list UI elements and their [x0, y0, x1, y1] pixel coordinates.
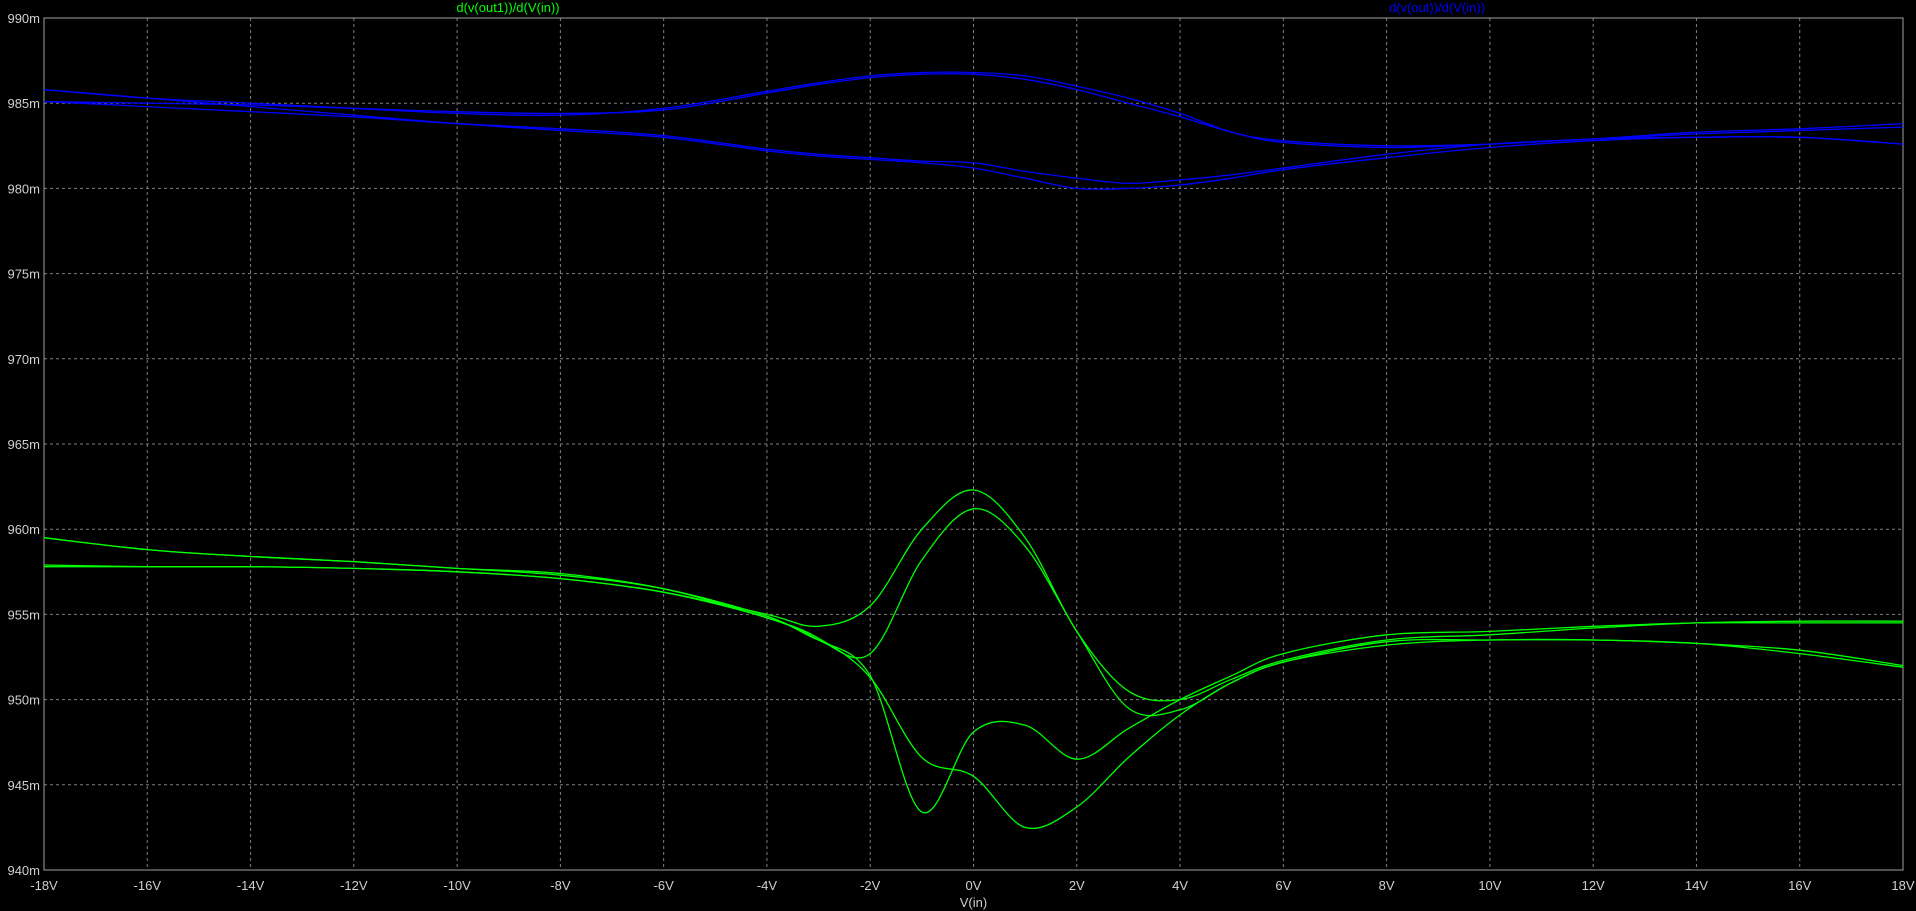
x-tick-label: 0V [966, 878, 982, 893]
x-tick-label: -10V [443, 878, 471, 893]
x-tick-label: 10V [1478, 878, 1501, 893]
y-tick-label: 970m [7, 352, 40, 367]
y-tick-label: 950m [7, 693, 40, 708]
x-tick-label: -12V [340, 878, 368, 893]
y-tick-label: 965m [7, 437, 40, 452]
y-tick-label: 990m [7, 11, 40, 26]
y-tick-label: 945m [7, 778, 40, 793]
x-tick-label: 6V [1275, 878, 1291, 893]
x-tick-label: -8V [550, 878, 571, 893]
x-tick-label: 18V [1891, 878, 1914, 893]
plot-canvas[interactable]: -18V -16V -14V -12V -10V -8V -6V -4V -2V 0V 2V 4V 6V… [0, 0, 1916, 911]
x-tick-label: -2V [860, 878, 881, 893]
y-tick-label: 940m [7, 863, 40, 878]
legend-label-out[interactable]: d(v(out))/d(V(in)) [1389, 0, 1485, 15]
x-tick-label: 4V [1172, 878, 1188, 893]
x-tick-label: 16V [1788, 878, 1811, 893]
x-axis-label: V(in) [960, 895, 987, 910]
x-tick-label: -4V [757, 878, 778, 893]
x-tick-label: -6V [654, 878, 675, 893]
y-tick-label: 980m [7, 181, 40, 196]
y-tick-label: 975m [7, 267, 40, 282]
x-tick-label: -18V [30, 878, 58, 893]
x-tick-label: 14V [1685, 878, 1708, 893]
y-tick-label: 985m [7, 96, 40, 111]
legend-label-out1[interactable]: d(v(out1))/d(V(in)) [456, 0, 559, 15]
x-tick-label: 2V [1069, 878, 1085, 893]
y-tick-label: 960m [7, 522, 40, 537]
x-tick-label: -16V [134, 878, 162, 893]
x-tick-label: 12V [1582, 878, 1605, 893]
x-tick-label: -14V [237, 878, 265, 893]
x-tick-label: 8V [1379, 878, 1395, 893]
y-tick-label: 955m [7, 607, 40, 622]
